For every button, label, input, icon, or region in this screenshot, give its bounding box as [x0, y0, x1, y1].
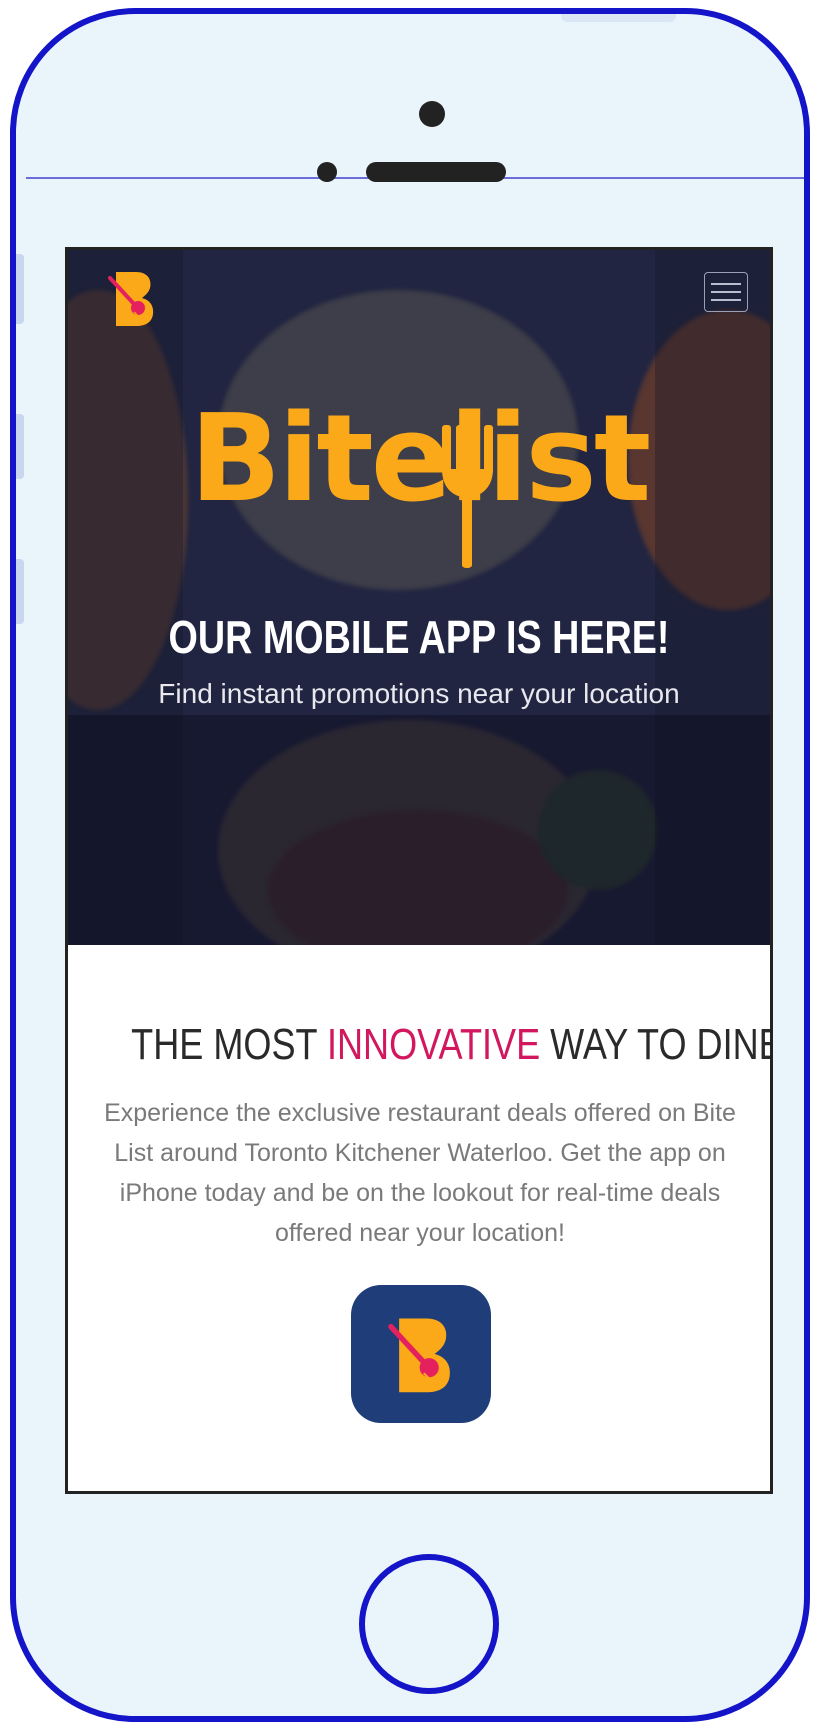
section-headline: THE MOST INNOVATIVE WAY TO DINE [131, 1020, 770, 1070]
proximity-sensor [317, 162, 337, 182]
power-button [561, 14, 676, 22]
home-button[interactable] [359, 1554, 499, 1694]
fork-icon [442, 425, 493, 568]
front-camera [419, 101, 445, 127]
volume-down-button [16, 559, 24, 624]
volume-up-button [16, 414, 24, 479]
hero-overlay [68, 715, 770, 945]
hamburger-menu-icon[interactable] [704, 272, 748, 312]
earpiece-speaker [366, 162, 506, 182]
hero-section: Bitelist OUR MOBILE APP IS HERE! Find in… [68, 250, 770, 945]
hero-title: OUR MOBILE APP IS HERE! [168, 611, 670, 663]
bitelist-logo-icon [388, 1318, 450, 1393]
intro-section: THE MOST INNOVATIVE WAY TO DINE Experien… [68, 945, 770, 1491]
brand-wordmark: Bitelist [189, 390, 651, 529]
phone-screen: Bitelist OUR MOBILE APP IS HERE! Find in… [65, 247, 773, 1494]
mute-switch [16, 254, 24, 324]
bitelist-app-icon[interactable] [351, 1285, 491, 1423]
headline-highlight: INNOVATIVE [326, 1020, 541, 1069]
section-description: Experience the exclusive restaurant deal… [104, 1099, 736, 1247]
headline-prefix: THE MOST [131, 1020, 327, 1069]
headline-suffix: WAY TO DINE [540, 1020, 773, 1069]
hero-subtitle: Find instant promotions near your locati… [158, 678, 680, 709]
bitelist-logo-icon[interactable] [108, 268, 156, 328]
